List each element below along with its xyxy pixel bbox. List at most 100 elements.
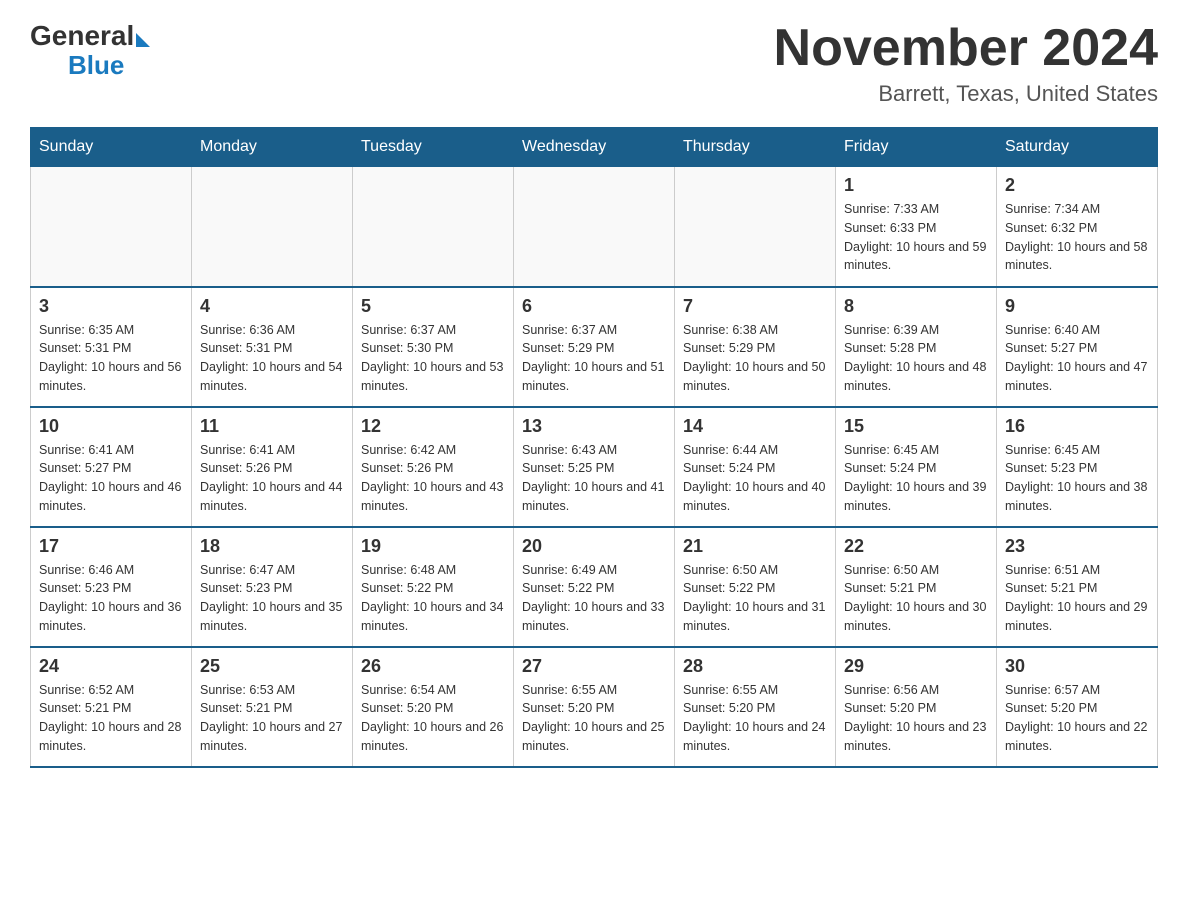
day-info: Sunrise: 6:41 AMSunset: 5:26 PMDaylight:…: [200, 441, 344, 516]
calendar-day-cell: 14 Sunrise: 6:44 AMSunset: 5:24 PMDayligh…: [675, 407, 836, 527]
calendar-day-cell: 15 Sunrise: 6:45 AMSunset: 5:24 PMDayligh…: [836, 407, 997, 527]
weekday-header: Friday: [836, 128, 997, 167]
day-info: Sunrise: 6:55 AMSunset: 5:20 PMDaylight:…: [683, 681, 827, 756]
logo-blue-text: Blue: [68, 50, 124, 80]
day-info: Sunrise: 6:44 AMSunset: 5:24 PMDaylight:…: [683, 441, 827, 516]
day-number: 19: [361, 536, 505, 557]
day-info: Sunrise: 6:41 AMSunset: 5:27 PMDaylight:…: [39, 441, 183, 516]
calendar-day-cell: 28Sunrise: 6:55 AMSunset: 5:20 PMDayligh…: [675, 647, 836, 767]
calendar-day-cell: 24 Sunrise: 6:52 AMSunset: 5:21 PMDayligh…: [31, 647, 192, 767]
day-number: 8: [844, 296, 988, 317]
day-info: Sunrise: 6:50 AMSunset: 5:22 PMDaylight:…: [683, 561, 827, 636]
day-info: Sunrise: 6:37 AMSunset: 5:29 PMDaylight:…: [522, 321, 666, 396]
day-number: 22: [844, 536, 988, 557]
day-number: 1: [844, 175, 988, 196]
day-number: 14: [683, 416, 827, 437]
day-number: 25: [200, 656, 344, 677]
logo: General Blue: [30, 20, 150, 79]
day-info: Sunrise: 6:52 AMSunset: 5:21 PMDaylight:…: [39, 681, 183, 756]
weekday-header: Sunday: [31, 128, 192, 167]
day-info: Sunrise: 7:34 AMSunset: 6:32 PMDaylight:…: [1005, 200, 1149, 275]
day-number: 7: [683, 296, 827, 317]
title-area: November 2024 Barrett, Texas, United Sta…: [774, 20, 1158, 107]
day-number: 24: [39, 656, 183, 677]
weekday-header: Thursday: [675, 128, 836, 167]
calendar-day-cell: 13 Sunrise: 6:43 AMSunset: 5:25 PMDayligh…: [514, 407, 675, 527]
day-info: Sunrise: 6:35 AMSunset: 5:31 PMDaylight:…: [39, 321, 183, 396]
calendar-day-cell: 11 Sunrise: 6:41 AMSunset: 5:26 PMDayligh…: [192, 407, 353, 527]
day-info: Sunrise: 6:49 AMSunset: 5:22 PMDaylight:…: [522, 561, 666, 636]
weekday-header: Wednesday: [514, 128, 675, 167]
day-info: Sunrise: 6:40 AMSunset: 5:27 PMDaylight:…: [1005, 321, 1149, 396]
day-info: Sunrise: 6:55 AMSunset: 5:20 PMDaylight:…: [522, 681, 666, 756]
day-info: Sunrise: 6:39 AMSunset: 5:28 PMDaylight:…: [844, 321, 988, 396]
calendar-day-cell: [353, 167, 514, 287]
calendar-day-cell: 21 Sunrise: 6:50 AMSunset: 5:22 PMDayligh…: [675, 527, 836, 647]
calendar-day-cell: 8 Sunrise: 6:39 AMSunset: 5:28 PMDaylight…: [836, 287, 997, 407]
calendar-day-cell: 10 Sunrise: 6:41 AMSunset: 5:27 PMDayligh…: [31, 407, 192, 527]
calendar-day-cell: [31, 167, 192, 287]
day-info: Sunrise: 6:45 AMSunset: 5:23 PMDaylight:…: [1005, 441, 1149, 516]
day-number: 16: [1005, 416, 1149, 437]
day-info: Sunrise: 7:33 AMSunset: 6:33 PMDaylight:…: [844, 200, 988, 275]
day-number: 2: [1005, 175, 1149, 196]
calendar-day-cell: [675, 167, 836, 287]
day-info: Sunrise: 6:38 AMSunset: 5:29 PMDaylight:…: [683, 321, 827, 396]
day-number: 3: [39, 296, 183, 317]
day-number: 17: [39, 536, 183, 557]
day-number: 12: [361, 416, 505, 437]
day-number: 5: [361, 296, 505, 317]
day-info: Sunrise: 6:43 AMSunset: 5:25 PMDaylight:…: [522, 441, 666, 516]
weekday-header-row: SundayMondayTuesdayWednesdayThursdayFrid…: [31, 128, 1158, 167]
calendar-day-cell: 22Sunrise: 6:50 AMSunset: 5:21 PMDayligh…: [836, 527, 997, 647]
day-info: Sunrise: 6:46 AMSunset: 5:23 PMDaylight:…: [39, 561, 183, 636]
day-info: Sunrise: 6:42 AMSunset: 5:26 PMDaylight:…: [361, 441, 505, 516]
calendar-header: SundayMondayTuesdayWednesdayThursdayFrid…: [31, 128, 1158, 167]
day-number: 13: [522, 416, 666, 437]
calendar-week-row: 1 Sunrise: 7:33 AMSunset: 6:33 PMDaylight…: [31, 167, 1158, 287]
calendar-day-cell: 23 Sunrise: 6:51 AMSunset: 5:21 PMDayligh…: [997, 527, 1158, 647]
day-number: 29: [844, 656, 988, 677]
day-number: 4: [200, 296, 344, 317]
calendar-day-cell: 30 Sunrise: 6:57 AMSunset: 5:20 PMDayligh…: [997, 647, 1158, 767]
calendar-day-cell: 4Sunrise: 6:36 AMSunset: 5:31 PMDaylight…: [192, 287, 353, 407]
calendar-week-row: 24 Sunrise: 6:52 AMSunset: 5:21 PMDayligh…: [31, 647, 1158, 767]
day-number: 10: [39, 416, 183, 437]
day-number: 15: [844, 416, 988, 437]
day-info: Sunrise: 6:53 AMSunset: 5:21 PMDaylight:…: [200, 681, 344, 756]
day-number: 18: [200, 536, 344, 557]
day-info: Sunrise: 6:51 AMSunset: 5:21 PMDaylight:…: [1005, 561, 1149, 636]
calendar-day-cell: 29 Sunrise: 6:56 AMSunset: 5:20 PMDayligh…: [836, 647, 997, 767]
calendar-day-cell: 7 Sunrise: 6:38 AMSunset: 5:29 PMDaylight…: [675, 287, 836, 407]
day-info: Sunrise: 6:54 AMSunset: 5:20 PMDaylight:…: [361, 681, 505, 756]
calendar-day-cell: [514, 167, 675, 287]
day-number: 27: [522, 656, 666, 677]
day-number: 26: [361, 656, 505, 677]
weekday-header: Monday: [192, 128, 353, 167]
day-info: Sunrise: 6:37 AMSunset: 5:30 PMDaylight:…: [361, 321, 505, 396]
day-number: 20: [522, 536, 666, 557]
calendar-day-cell: [192, 167, 353, 287]
weekday-header: Tuesday: [353, 128, 514, 167]
calendar-body: 1 Sunrise: 7:33 AMSunset: 6:33 PMDaylight…: [31, 167, 1158, 767]
calendar-day-cell: 20 Sunrise: 6:49 AMSunset: 5:22 PMDayligh…: [514, 527, 675, 647]
day-info: Sunrise: 6:57 AMSunset: 5:20 PMDaylight:…: [1005, 681, 1149, 756]
calendar-week-row: 17 Sunrise: 6:46 AMSunset: 5:23 PMDayligh…: [31, 527, 1158, 647]
calendar-day-cell: 19 Sunrise: 6:48 AMSunset: 5:22 PMDayligh…: [353, 527, 514, 647]
month-title: November 2024: [774, 20, 1158, 77]
calendar-day-cell: 5 Sunrise: 6:37 AMSunset: 5:30 PMDaylight…: [353, 287, 514, 407]
page-header: General Blue November 2024 Barrett, Texa…: [30, 20, 1158, 107]
day-number: 23: [1005, 536, 1149, 557]
day-info: Sunrise: 6:48 AMSunset: 5:22 PMDaylight:…: [361, 561, 505, 636]
day-info: Sunrise: 6:45 AMSunset: 5:24 PMDaylight:…: [844, 441, 988, 516]
day-info: Sunrise: 6:56 AMSunset: 5:20 PMDaylight:…: [844, 681, 988, 756]
day-number: 11: [200, 416, 344, 437]
calendar-day-cell: 17 Sunrise: 6:46 AMSunset: 5:23 PMDayligh…: [31, 527, 192, 647]
calendar-day-cell: 9Sunrise: 6:40 AMSunset: 5:27 PMDaylight…: [997, 287, 1158, 407]
calendar-week-row: 10 Sunrise: 6:41 AMSunset: 5:27 PMDayligh…: [31, 407, 1158, 527]
calendar-week-row: 3 Sunrise: 6:35 AMSunset: 5:31 PMDaylight…: [31, 287, 1158, 407]
location-title: Barrett, Texas, United States: [774, 81, 1158, 107]
day-number: 21: [683, 536, 827, 557]
day-number: 30: [1005, 656, 1149, 677]
day-info: Sunrise: 6:47 AMSunset: 5:23 PMDaylight:…: [200, 561, 344, 636]
